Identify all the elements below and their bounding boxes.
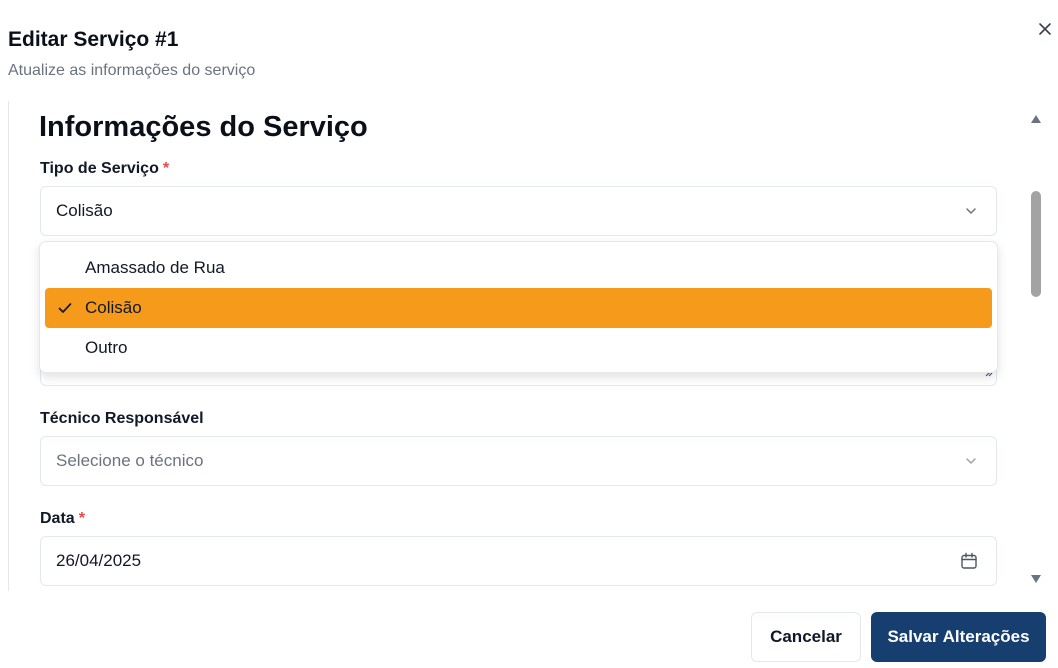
scrollbar[interactable] (1027, 101, 1045, 591)
date-input[interactable]: 26/04/2025 (40, 536, 997, 586)
date-label: Data * (40, 510, 85, 528)
dialog-subtitle: Atualize as informações do serviço (8, 62, 256, 79)
scrollbar-thumb[interactable] (1031, 191, 1041, 297)
service-type-select[interactable]: Colisão (40, 186, 997, 236)
close-button[interactable] (1034, 18, 1056, 40)
option-outro[interactable]: Outro (45, 328, 992, 368)
option-colisao[interactable]: Colisão (45, 288, 992, 328)
option-label: Amassado de Rua (85, 258, 225, 277)
technician-select[interactable]: Selecione o técnico (40, 436, 997, 486)
chevron-down-icon (964, 454, 978, 468)
close-icon (1038, 22, 1052, 36)
required-mark: * (162, 160, 170, 177)
edit-service-dialog: Editar Serviço #1 Atualize as informaçõe… (0, 0, 1058, 668)
technician-label: Técnico Responsável (40, 410, 204, 427)
option-amassado-de-rua[interactable]: Amassado de Rua (45, 248, 992, 288)
check-icon (57, 300, 73, 316)
date-label-text: Data (40, 510, 75, 527)
date-value: 26/04/2025 (56, 551, 142, 570)
required-mark: * (78, 510, 85, 527)
technician-placeholder: Selecione o técnico (56, 451, 204, 470)
save-changes-button[interactable]: Salvar Alterações (871, 612, 1046, 662)
option-label: Outro (85, 338, 128, 357)
service-type-value: Colisão (56, 201, 113, 220)
dialog-title: Editar Serviço #1 (8, 28, 179, 51)
calendar-icon[interactable] (960, 552, 978, 570)
section-title: Informações do Serviço (39, 111, 368, 143)
service-type-label-text: Tipo de Serviço (40, 160, 159, 177)
cancel-button[interactable]: Cancelar (751, 612, 861, 662)
chevron-down-icon (964, 204, 978, 218)
option-label: Colisão (85, 298, 142, 317)
scroll-up-arrow-icon[interactable] (1030, 111, 1042, 129)
scroll-down-arrow-icon[interactable] (1030, 571, 1042, 589)
service-type-label: Tipo de Serviço * (40, 160, 169, 178)
service-type-dropdown: Amassado de Rua Colisão Outro (39, 241, 998, 373)
